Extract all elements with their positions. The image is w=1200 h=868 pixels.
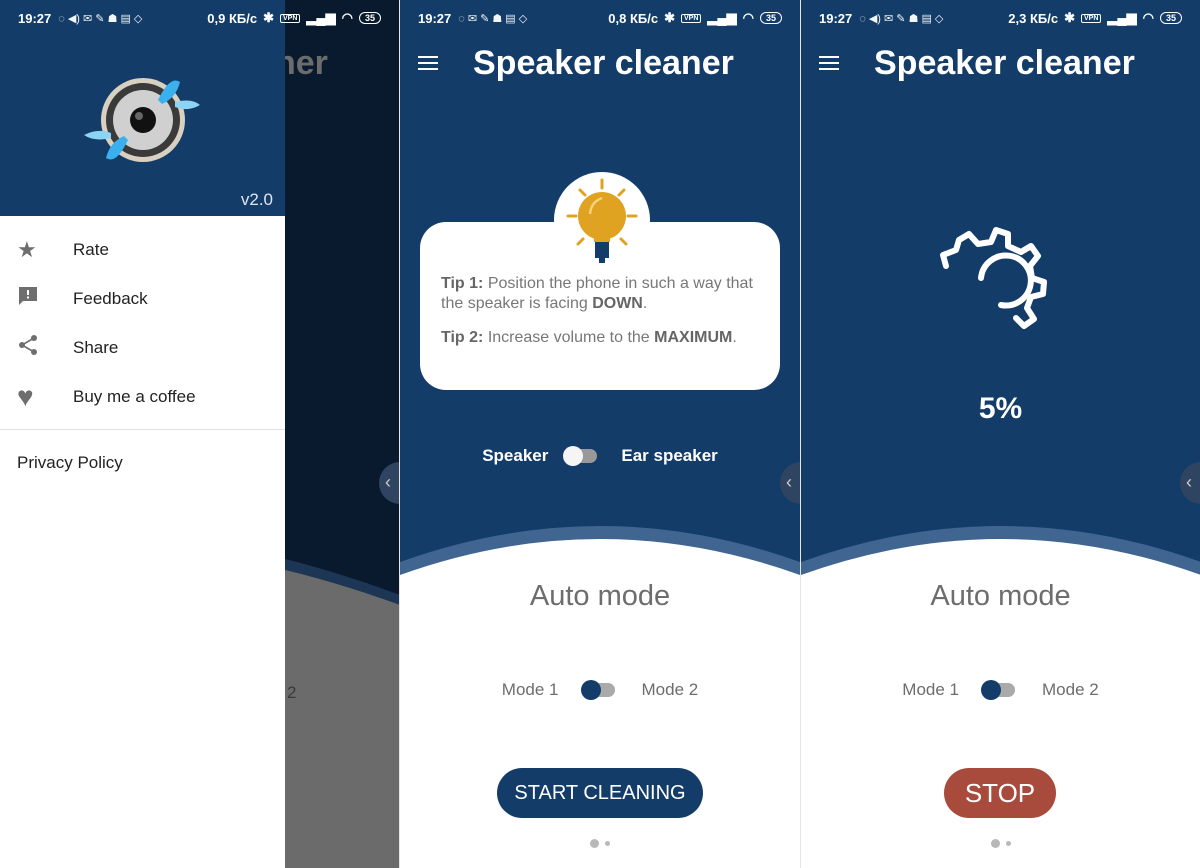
network-speed: 0,8 КБ/с — [608, 10, 659, 26]
drawer-item-feedback[interactable]: Feedback — [0, 274, 285, 323]
bluetooth-icon: ✱ — [664, 10, 676, 25]
app-version: v2.0 — [240, 190, 273, 209]
bluetooth-icon: ✱ — [1064, 10, 1076, 25]
battery-indicator: 35 — [358, 12, 381, 24]
ear-speaker-label: Ear speaker — [621, 446, 718, 465]
screen-drawer: ner 2 ‹ v2.0 ★ Rate Feedback Share ♥ Buy… — [0, 0, 399, 868]
menu-button[interactable] — [819, 56, 839, 72]
status-bar: 19:27 ◌ ✉ ✎ ☗ ▤ ◇ 0,8 КБ/с ✱ VPN ▂▄▆ ◠ 35 — [400, 0, 800, 36]
page-dot[interactable] — [605, 841, 610, 846]
drawer-item-buy-coffee[interactable]: ♥ Buy me a coffee — [0, 372, 285, 421]
page-dot[interactable] — [1005, 841, 1011, 846]
chevron-left-icon: ‹ — [786, 472, 792, 492]
vpn-badge: VPN — [1081, 13, 1102, 23]
mode-title: Auto mode — [529, 580, 671, 612]
status-time: 19:27 — [18, 10, 52, 26]
lightbulb-icon — [566, 178, 638, 263]
drawer-item-share[interactable]: Share — [0, 323, 285, 372]
notification-icons: ◌ ✉ ✎ ☗ ▤ ◇ — [458, 12, 528, 25]
toggle-knob — [580, 680, 601, 700]
mode-toggle[interactable] — [981, 680, 1015, 700]
drawer-item-rate[interactable]: ★ Rate — [0, 225, 285, 274]
drawer-item-label: Share — [73, 337, 119, 357]
status-bar: 19:27 ◌ ◀) ✉ ✎ ☗ ▤ ◇ 0,9 КБ/с ✱ VPN ▂▄▆ ◠ 35 — [0, 0, 399, 36]
heart-icon: ♥ — [17, 380, 34, 412]
drawer-item-label: Feedback — [73, 288, 148, 308]
mode-toggle-row: Mode 1 Mode 2 — [801, 680, 1200, 700]
content-area — [801, 585, 1200, 868]
page-title: Speaker cleaner — [874, 44, 1135, 82]
tip-2: Tip 2: Increase volume to the MAXIMUM. — [441, 329, 737, 346]
share-icon — [0, 334, 73, 362]
dimmed-mode-label: 2 — [287, 683, 297, 702]
speaker-label: Speaker — [482, 446, 549, 465]
feedback-icon — [0, 285, 73, 313]
drawer-item-label: Rate — [73, 239, 109, 259]
notification-icons: ◌ ◀) ✉ ✎ ☗ ▤ ◇ — [859, 12, 944, 25]
start-cleaning-button[interactable]: START CLEANING — [497, 768, 703, 818]
mode-toggle[interactable] — [580, 680, 615, 700]
vpn-badge: VPN — [681, 13, 702, 23]
chevron-left-icon: ‹ — [1186, 472, 1192, 492]
wifi-icon: ◠ — [341, 10, 353, 25]
signal-icon: ▂▄▆ — [707, 10, 737, 25]
wifi-icon: ◠ — [1142, 10, 1154, 25]
tip-1: Tip 1: Position the phone in such a way … — [441, 275, 753, 312]
mode-title: Auto mode — [930, 580, 1071, 612]
mode-1-label: Mode 1 — [501, 680, 559, 699]
network-speed: 0,9 КБ/с — [207, 10, 258, 26]
bluetooth-icon: ✱ — [263, 10, 275, 25]
signal-icon: ▂▄▆ — [1107, 10, 1137, 25]
screen-cleaning: 19:27 ◌ ◀) ✉ ✎ ☗ ▤ ◇ 2,3 КБ/с ✱ VPN ▂▄▆ ◠ 35 … — [801, 0, 1200, 868]
output-toggle-row: Speaker Ear speaker — [400, 446, 800, 466]
page-indicator — [400, 839, 800, 848]
menu-button[interactable] — [418, 56, 438, 72]
chevron-left-icon: ‹ — [385, 472, 391, 492]
progress-percent: 5% — [978, 392, 1023, 425]
status-time: 19:27 — [418, 10, 452, 26]
gear-icon — [940, 227, 1047, 329]
page-indicator — [801, 839, 1200, 848]
star-icon: ★ — [17, 236, 37, 262]
speaker-toggle[interactable] — [563, 446, 598, 466]
page-title: Speaker cleaner — [473, 44, 734, 82]
battery-indicator: 35 — [1159, 12, 1182, 24]
notification-icons: ◌ ◀) ✉ ✎ ☗ ▤ ◇ — [58, 12, 143, 25]
toggle-knob — [563, 446, 584, 466]
mode-2-label: Mode 2 — [1042, 680, 1099, 699]
screen-tips: 19:27 ◌ ✉ ✎ ☗ ▤ ◇ 0,8 КБ/с ✱ VPN ▂▄▆ ◠ 35 Spe… — [400, 0, 800, 868]
stop-button[interactable]: STOP — [944, 768, 1056, 818]
mode-2-label: Mode 2 — [641, 680, 699, 699]
drawer-item-label: Buy me a coffee — [73, 386, 196, 406]
status-bar: 19:27 ◌ ◀) ✉ ✎ ☗ ▤ ◇ 2,3 КБ/с ✱ VPN ▂▄▆ ◠ 35 — [801, 0, 1200, 36]
privacy-policy-link[interactable]: Privacy Policy — [17, 453, 123, 473]
vpn-badge: VPN — [280, 13, 301, 23]
divider — [0, 429, 285, 430]
page-dot-active[interactable] — [990, 839, 1000, 848]
signal-icon: ▂▄▆ — [306, 10, 336, 25]
mode-toggle-row: Mode 1 Mode 2 — [400, 680, 800, 700]
page-dot-active[interactable] — [590, 839, 599, 848]
status-time: 19:27 — [819, 10, 853, 26]
network-speed: 2,3 КБ/с — [1008, 10, 1059, 26]
battery-indicator: 35 — [759, 12, 782, 24]
mode-1-label: Mode 1 — [902, 680, 959, 699]
speaker-logo-icon — [84, 78, 200, 162]
wifi-icon: ◠ — [742, 10, 754, 25]
navigation-drawer: v2.0 ★ Rate Feedback Share ♥ Buy me a co… — [0, 0, 285, 868]
toggle-knob — [981, 680, 1001, 700]
content-area — [400, 585, 800, 868]
